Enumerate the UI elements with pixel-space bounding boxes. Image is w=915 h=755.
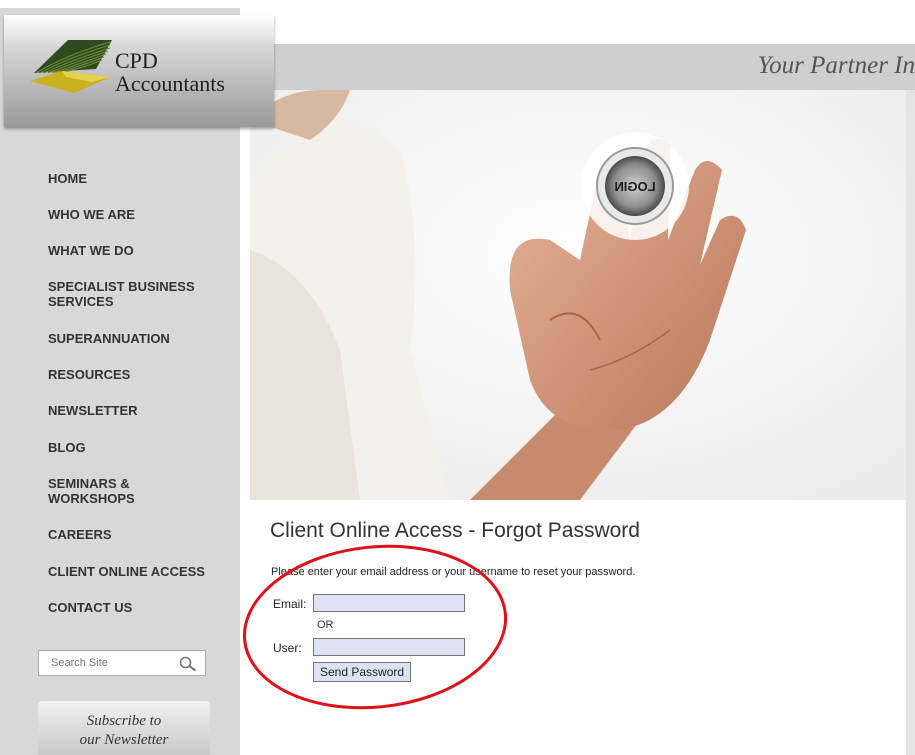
top-banner: Your Partner In	[250, 44, 915, 90]
nav-careers[interactable]: CAREERS	[48, 527, 228, 542]
logo[interactable]: CPD Accountants	[4, 15, 274, 127]
nav-newsletter[interactable]: NEWSLETTER	[48, 403, 228, 418]
user-field[interactable]	[313, 638, 465, 656]
user-label: User:	[273, 641, 302, 655]
right-edge-strip	[906, 90, 915, 755]
instructions-text: Please enter your email address or your …	[271, 566, 636, 578]
nav-resources[interactable]: RESOURCES	[48, 367, 228, 382]
or-separator: OR	[317, 619, 334, 631]
logo-line2: Accountants	[115, 71, 225, 96]
logo-mark-icon	[30, 40, 112, 93]
nav-contact-us[interactable]: CONTACT US	[48, 600, 228, 615]
hero-login-button-text: LOGIN	[614, 179, 655, 194]
magnifier-icon[interactable]	[179, 656, 197, 677]
hand-login-illustration: LOGIN	[250, 90, 906, 500]
search-input[interactable]	[43, 654, 189, 672]
subscribe-line1: Subscribe to	[86, 713, 162, 729]
nav-specialist-business-services[interactable]: SPECIALIST BUSINESS SERVICES	[48, 279, 218, 309]
hero-image: LOGIN	[250, 90, 906, 500]
search-box	[38, 650, 206, 676]
nav-blog[interactable]: BLOG	[48, 440, 228, 455]
logo-line1: CPD	[115, 48, 158, 73]
page-title: Client Online Access - Forgot Password	[270, 519, 640, 542]
logo-text: CPD Accountants	[115, 49, 225, 95]
nav-client-online-access[interactable]: CLIENT ONLINE ACCESS	[48, 564, 228, 579]
nav-what-we-do[interactable]: WHAT WE DO	[48, 243, 228, 258]
subscribe-newsletter-button[interactable]: Subscribe to our Newsletter	[38, 701, 210, 755]
nav-who-we-are[interactable]: WHO WE ARE	[48, 207, 228, 222]
nav-superannuation[interactable]: SUPERANNUATION	[48, 331, 228, 346]
email-label: Email:	[273, 597, 307, 611]
nav-home[interactable]: HOME	[48, 171, 228, 186]
tagline: Your Partner In	[757, 52, 915, 79]
email-field[interactable]	[313, 594, 465, 612]
nav-seminars-workshops[interactable]: SEMINARS & WORKSHOPS	[48, 476, 158, 506]
send-password-button[interactable]: Send Password	[313, 662, 412, 682]
subscribe-line2: our Newsletter	[79, 732, 169, 748]
